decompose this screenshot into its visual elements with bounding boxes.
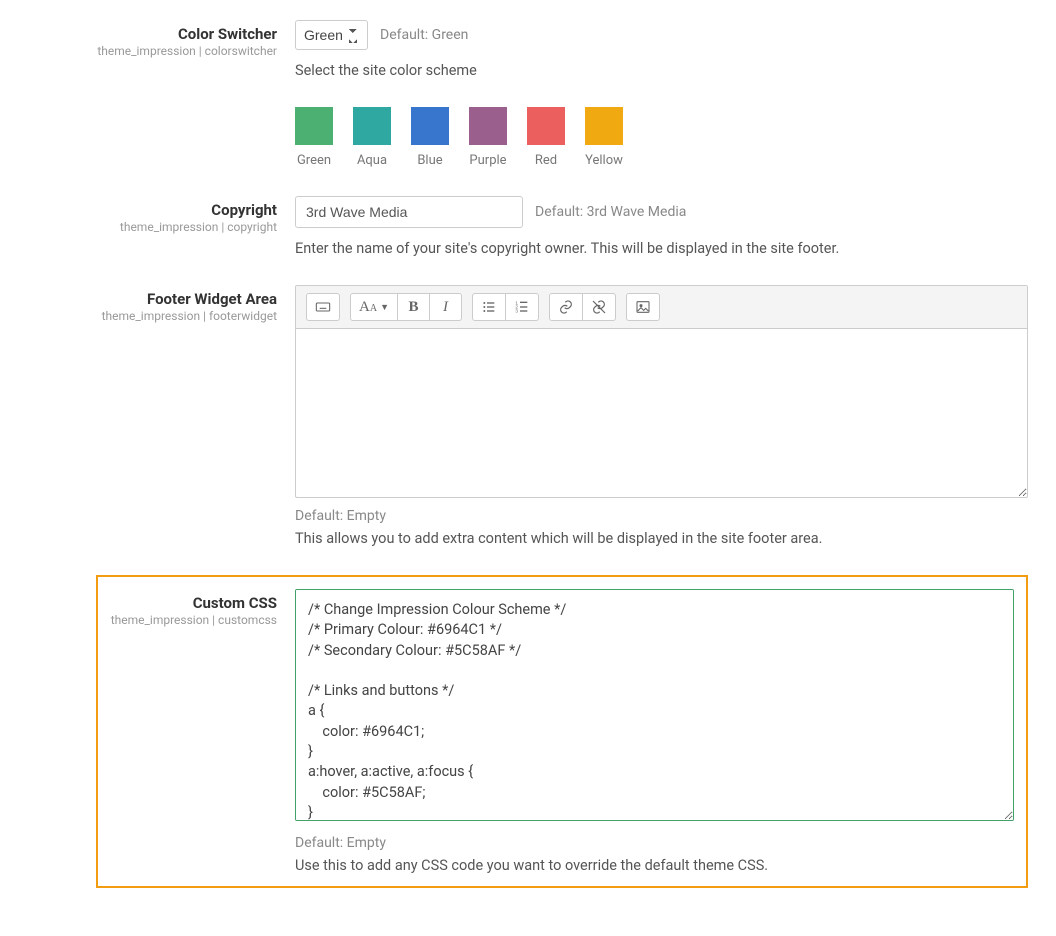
custom-css-textarea[interactable] [295, 589, 1014, 821]
copyright-sub: theme_impression | copyright [0, 220, 277, 234]
copyright-field: Default: 3rd Wave Media Enter the name o… [295, 196, 1028, 257]
color-switcher-label: Color Switcher [0, 25, 277, 43]
svg-text:3: 3 [515, 308, 518, 313]
footer-widget-label: Footer Widget Area [0, 290, 277, 308]
swatch-chip [295, 107, 333, 145]
copyright-help: Enter the name of your site's copyright … [295, 240, 1028, 257]
swatch-green[interactable]: Green [295, 107, 333, 168]
swatch-name: Aqua [357, 153, 387, 168]
custom-css-sub: theme_impression | customcss [98, 613, 277, 627]
swatch-red[interactable]: Red [527, 107, 565, 168]
ordered-list-icon[interactable]: 1 2 3 [506, 293, 539, 321]
swatch-chip [585, 107, 623, 145]
color-switcher-row: Color Switcher theme_impression | colors… [0, 20, 1028, 168]
swatch-chip [469, 107, 507, 145]
custom-css-default: Default: Empty [295, 835, 1014, 851]
swatch-name: Green [297, 153, 331, 168]
footer-widget-row: Footer Widget Area theme_impression | fo… [0, 285, 1028, 547]
custom-css-field: Default: Empty Use this to add any CSS c… [295, 589, 1014, 874]
color-switcher-field: Green Default: Green Select the site col… [295, 20, 1028, 168]
swatch-chip [353, 107, 391, 145]
bold-icon[interactable]: B [398, 293, 430, 321]
color-switcher-labelcol: Color Switcher theme_impression | colors… [0, 20, 295, 168]
swatch-blue[interactable]: Blue [411, 107, 449, 168]
color-switcher-select[interactable]: Green [295, 20, 368, 50]
italic-icon[interactable]: I [430, 293, 462, 321]
color-switcher-sub: theme_impression | colorswitcher [0, 44, 277, 58]
footer-widget-help: This allows you to add extra content whi… [295, 530, 1028, 547]
footer-widget-editor: AA ▼ B I [295, 285, 1028, 498]
copyright-labelcol: Copyright theme_impression | copyright [0, 196, 295, 257]
swatch-name: Red [535, 153, 557, 168]
copyright-input[interactable] [295, 196, 523, 228]
custom-css-row: Custom CSS theme_impression | customcss … [96, 575, 1028, 888]
swatch-name: Purple [469, 153, 506, 168]
color-swatches: Green Aqua Blue Purple Red Yellow [295, 107, 1028, 168]
custom-css-labelcol: Custom CSS theme_impression | customcss [98, 589, 295, 874]
copyright-label: Copyright [0, 201, 277, 219]
copyright-row: Copyright theme_impression | copyright D… [0, 196, 1028, 257]
color-switcher-help: Select the site color scheme [295, 62, 1028, 79]
unordered-list-icon[interactable] [472, 293, 506, 321]
footer-widget-field: AA ▼ B I [295, 285, 1028, 547]
footer-widget-textarea[interactable] [296, 329, 1027, 497]
font-size-icon[interactable]: AA ▼ [350, 293, 398, 321]
image-icon[interactable] [626, 293, 660, 321]
swatch-name: Blue [417, 153, 442, 168]
custom-css-help: Use this to add any CSS code you want to… [295, 857, 1014, 874]
keyboard-icon[interactable] [306, 293, 340, 321]
swatch-name: Yellow [585, 153, 623, 168]
swatch-purple[interactable]: Purple [469, 107, 507, 168]
link-icon[interactable] [549, 293, 583, 321]
footer-widget-sub: theme_impression | footerwidget [0, 309, 277, 323]
swatch-aqua[interactable]: Aqua [353, 107, 391, 168]
swatch-chip [411, 107, 449, 145]
color-switcher-default: Default: Green [380, 27, 468, 43]
copyright-default: Default: 3rd Wave Media [535, 204, 686, 220]
unlink-icon[interactable] [583, 293, 616, 321]
swatch-chip [527, 107, 565, 145]
custom-css-label: Custom CSS [98, 594, 277, 612]
editor-toolbar: AA ▼ B I [296, 286, 1027, 329]
swatch-yellow[interactable]: Yellow [585, 107, 623, 168]
footer-widget-default: Default: Empty [295, 508, 1028, 524]
footer-widget-labelcol: Footer Widget Area theme_impression | fo… [0, 285, 295, 547]
